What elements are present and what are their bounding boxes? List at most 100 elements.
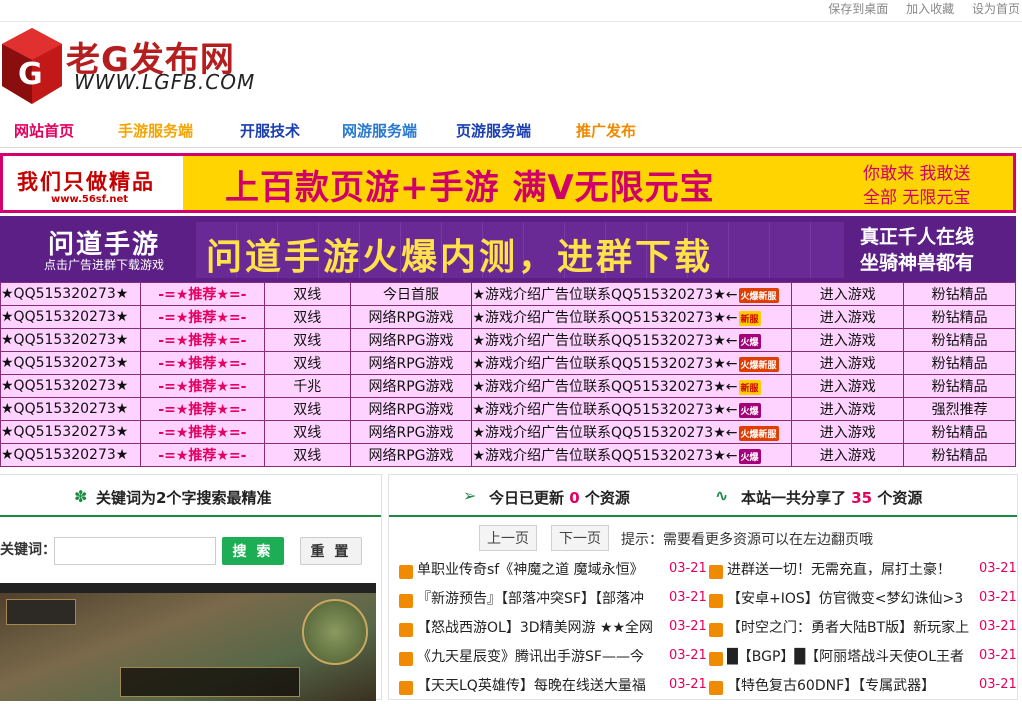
ad-line-cell: 双线 bbox=[263, 305, 351, 329]
ad-intro-cell[interactable]: ★游戏介绍广告位联系QQ515320273★← 新服 bbox=[471, 374, 793, 398]
news-bullet-icon bbox=[709, 623, 723, 637]
banner1-left: 我们只做精品 www.56sf.net bbox=[3, 156, 183, 210]
server-ad-table: ★QQ515320273★ -=★推荐★=- 双线 今日首服 ★游戏介绍广告位联系QQ5… bbox=[0, 282, 1016, 467]
ad-intro-cell[interactable]: ★游戏介绍广告位联系QQ515320273★← 火爆新服 bbox=[471, 351, 793, 375]
ad-row[interactable]: ★QQ515320273★ -=★推荐★=- 双线 今日首服 ★游戏介绍广告位联系QQ5… bbox=[0, 282, 1016, 306]
nav-home[interactable]: 网站首页 bbox=[14, 120, 74, 141]
game-screenshot[interactable] bbox=[0, 583, 376, 701]
ad-recommend-cell-text: -=★推荐★=- bbox=[158, 310, 247, 326]
ad-row[interactable]: ★QQ515320273★ -=★推荐★=- 双线 网络RPG游戏 ★游戏介绍广告位联系… bbox=[0, 420, 1016, 444]
ad-tag-cell: 粉钻精品 bbox=[903, 328, 1016, 352]
ad-row[interactable]: ★QQ515320273★ -=★推荐★=- 双线 网络RPG游戏 ★游戏介绍广告位联系… bbox=[0, 328, 1016, 352]
ad-tag-cell-text: 粉钻精品 bbox=[931, 425, 988, 441]
ad-qq-cell-text: ★QQ515320273★ bbox=[1, 447, 129, 463]
nav-mobile-server[interactable]: 手游服务端 bbox=[118, 120, 193, 141]
ad-intro-cell[interactable]: ★游戏介绍广告位联系QQ515320273★← 火爆 bbox=[471, 397, 793, 421]
ad-line-cell: 双线 bbox=[263, 397, 351, 421]
ad-intro-cell-text: ★游戏介绍广告位联系QQ515320273★← bbox=[472, 402, 738, 418]
new-server-badge: 火爆 bbox=[738, 402, 761, 418]
ad-enter-cell[interactable]: 进入游戏 bbox=[791, 328, 905, 352]
top-bar: 保存到桌面 加入收藏 设为首页 bbox=[0, 0, 1022, 22]
news-title[interactable]: 【时空之门：勇者大陆BT版】新玩家上 bbox=[727, 617, 977, 637]
ad-enter-cell-text: 进入游戏 bbox=[819, 448, 876, 464]
ad-intro-cell[interactable]: ★游戏介绍广告位联系QQ515320273★← 火爆新服 bbox=[471, 282, 793, 306]
news-title[interactable]: 『新游预告』【部落冲突SF】【部落冲 bbox=[417, 588, 667, 608]
news-title[interactable]: 单职业传奇sf《神魔之道 魔域永恒》 bbox=[417, 559, 667, 579]
ad-qq-cell: ★QQ515320273★ bbox=[0, 374, 141, 398]
ad-enter-cell[interactable]: 进入游戏 bbox=[791, 305, 905, 329]
ad-type-cell-text: 网络RPG游戏 bbox=[368, 333, 454, 349]
news-item[interactable]: 『新游预告』【部落冲突SF】【部落冲 03-21 bbox=[399, 588, 707, 617]
news-title[interactable]: 【怒战西游OL】3D精美网游 ★★全网 bbox=[417, 617, 667, 637]
ad-banner-1[interactable]: 我们只做精品 www.56sf.net 上百款页游+手游 满V无限元宝 你敢来 … bbox=[0, 153, 1016, 213]
keyword-label: 关键词： bbox=[0, 542, 56, 558]
ad-intro-cell[interactable]: ★游戏介绍广告位联系QQ515320273★← 新服 bbox=[471, 305, 793, 329]
news-date: 03-21 bbox=[669, 590, 707, 605]
news-title[interactable]: 进群送一切！无需充直，屌打土豪！ bbox=[727, 559, 977, 579]
ad-enter-cell[interactable]: 进入游戏 bbox=[791, 420, 905, 444]
ad-enter-cell[interactable]: 进入游戏 bbox=[791, 374, 905, 398]
ad-enter-cell-text: 进入游戏 bbox=[819, 287, 876, 303]
news-title[interactable]: █【BGP】█【阿丽塔战斗天使OL王者 bbox=[727, 646, 977, 666]
ad-qq-cell-text: ★QQ515320273★ bbox=[1, 309, 129, 325]
ad-line-cell-text: 双线 bbox=[293, 310, 322, 326]
ad-recommend-cell: -=★推荐★=- bbox=[139, 305, 265, 329]
news-item[interactable]: 进群送一切！无需充直，屌打土豪！ 03-21 bbox=[709, 559, 1017, 588]
ad-row[interactable]: ★QQ515320273★ -=★推荐★=- 双线 网络RPG游戏 ★游戏介绍广告位联系… bbox=[0, 351, 1016, 375]
news-bullet-icon bbox=[399, 623, 413, 637]
news-title[interactable]: 《九天星辰变》腾讯出手游SF——今 bbox=[417, 646, 667, 666]
ad-row[interactable]: ★QQ515320273★ -=★推荐★=- 双线 网络RPG游戏 ★游戏介绍广告位联系… bbox=[0, 397, 1016, 421]
ad-enter-cell[interactable]: 进入游戏 bbox=[791, 351, 905, 375]
ad-row[interactable]: ★QQ515320273★ -=★推荐★=- 双线 网络RPG游戏 ★游戏介绍广告位联系… bbox=[0, 443, 1016, 467]
prev-page-button[interactable]: 上一页 bbox=[479, 525, 537, 551]
news-item[interactable]: █【BGP】█【阿丽塔战斗天使OL王者 03-21 bbox=[709, 646, 1017, 675]
news-date: 03-21 bbox=[669, 677, 707, 692]
nav-promote[interactable]: 推广发布 bbox=[576, 120, 636, 141]
news-item[interactable]: 《九天星辰变》腾讯出手游SF——今 03-21 bbox=[399, 646, 707, 675]
news-title[interactable]: 【天天LQ英雄传】每晚在线送大量福 bbox=[417, 675, 667, 695]
ad-intro-cell[interactable]: ★游戏介绍广告位联系QQ515320273★← 火爆 bbox=[471, 328, 793, 352]
ad-intro-cell[interactable]: ★游戏介绍广告位联系QQ515320273★← 火爆新服 bbox=[471, 420, 793, 444]
ad-qq-cell-text: ★QQ515320273★ bbox=[1, 355, 129, 371]
news-title[interactable]: 【特色复古60DNF】【专属武器】 bbox=[727, 675, 977, 695]
paper-plane-icon: ➢ bbox=[463, 486, 477, 505]
screenshot-minimap bbox=[302, 599, 368, 665]
news-item[interactable]: 单职业传奇sf《神魔之道 魔域永恒》 03-21 bbox=[399, 559, 707, 588]
set-homepage-link[interactable]: 设为首页 bbox=[972, 2, 1020, 16]
search-panel: ✽ 关键词为2个字搜索最精准 关键词： 搜 索 重 置 bbox=[0, 474, 382, 701]
ad-tag-cell: 粉钻精品 bbox=[903, 443, 1016, 467]
ad-qq-cell: ★QQ515320273★ bbox=[0, 397, 141, 421]
news-title[interactable]: 【安卓+IOS】仿官微变<梦幻诛仙>3 bbox=[727, 588, 977, 608]
next-page-button[interactable]: 下一页 bbox=[551, 525, 609, 551]
news-item[interactable]: 【时空之门：勇者大陆BT版】新玩家上 03-21 bbox=[709, 617, 1017, 646]
keyword-input[interactable] bbox=[54, 537, 216, 565]
ad-enter-cell[interactable]: 进入游戏 bbox=[791, 282, 905, 306]
reset-button[interactable]: 重 置 bbox=[300, 537, 362, 565]
site-logo[interactable]: G 老G发布网 WWW.LGFB.COM bbox=[0, 22, 260, 110]
save-to-desktop-link[interactable]: 保存到桌面 bbox=[828, 2, 888, 16]
ad-intro-cell[interactable]: ★游戏介绍广告位联系QQ515320273★← 火爆 bbox=[471, 443, 793, 467]
paging-tip: 提示：需要看更多资源可以在左边翻页哦 bbox=[621, 532, 873, 548]
ad-row[interactable]: ★QQ515320273★ -=★推荐★=- 双线 网络RPG游戏 ★游戏介绍广告位联系… bbox=[0, 305, 1016, 329]
ad-type-cell: 今日首服 bbox=[349, 282, 473, 306]
nav-online-server[interactable]: 网游服务端 bbox=[342, 120, 417, 141]
ad-type-cell: 网络RPG游戏 bbox=[349, 374, 473, 398]
ad-type-cell-text: 今日首服 bbox=[383, 287, 440, 303]
nav-server-tech[interactable]: 开服技术 bbox=[240, 120, 300, 141]
ad-type-cell-text: 网络RPG游戏 bbox=[368, 402, 454, 418]
ad-banner-2[interactable]: 问道手游 点击广告进群下载游戏 问道手游火爆内测，进群下载 真正千人在线 坐骑神… bbox=[0, 216, 1016, 282]
new-server-badge: 火爆新服 bbox=[738, 287, 779, 303]
ad-tag-cell-text: 粉钻精品 bbox=[931, 333, 988, 349]
ad-enter-cell[interactable]: 进入游戏 bbox=[791, 443, 905, 467]
banner1-side-line2: 全部 无限元宝 bbox=[863, 188, 971, 208]
search-button[interactable]: 搜 索 bbox=[222, 537, 284, 565]
ad-enter-cell[interactable]: 进入游戏 bbox=[791, 397, 905, 421]
nav-web-server[interactable]: 页游服务端 bbox=[456, 120, 531, 141]
add-favorite-link[interactable]: 加入收藏 bbox=[906, 2, 954, 16]
today-prefix: 今日已更新 bbox=[489, 489, 565, 507]
ad-row[interactable]: ★QQ515320273★ -=★推荐★=- 千兆 网络RPG游戏 ★游戏介绍广告位联系… bbox=[0, 374, 1016, 398]
news-item[interactable]: 【怒战西游OL】3D精美网游 ★★全网 03-21 bbox=[399, 617, 707, 646]
ad-tag-cell: 粉钻精品 bbox=[903, 282, 1016, 306]
new-server-badge: 新服 bbox=[738, 379, 761, 395]
news-item[interactable]: 【安卓+IOS】仿官微变<梦幻诛仙>3 03-21 bbox=[709, 588, 1017, 617]
